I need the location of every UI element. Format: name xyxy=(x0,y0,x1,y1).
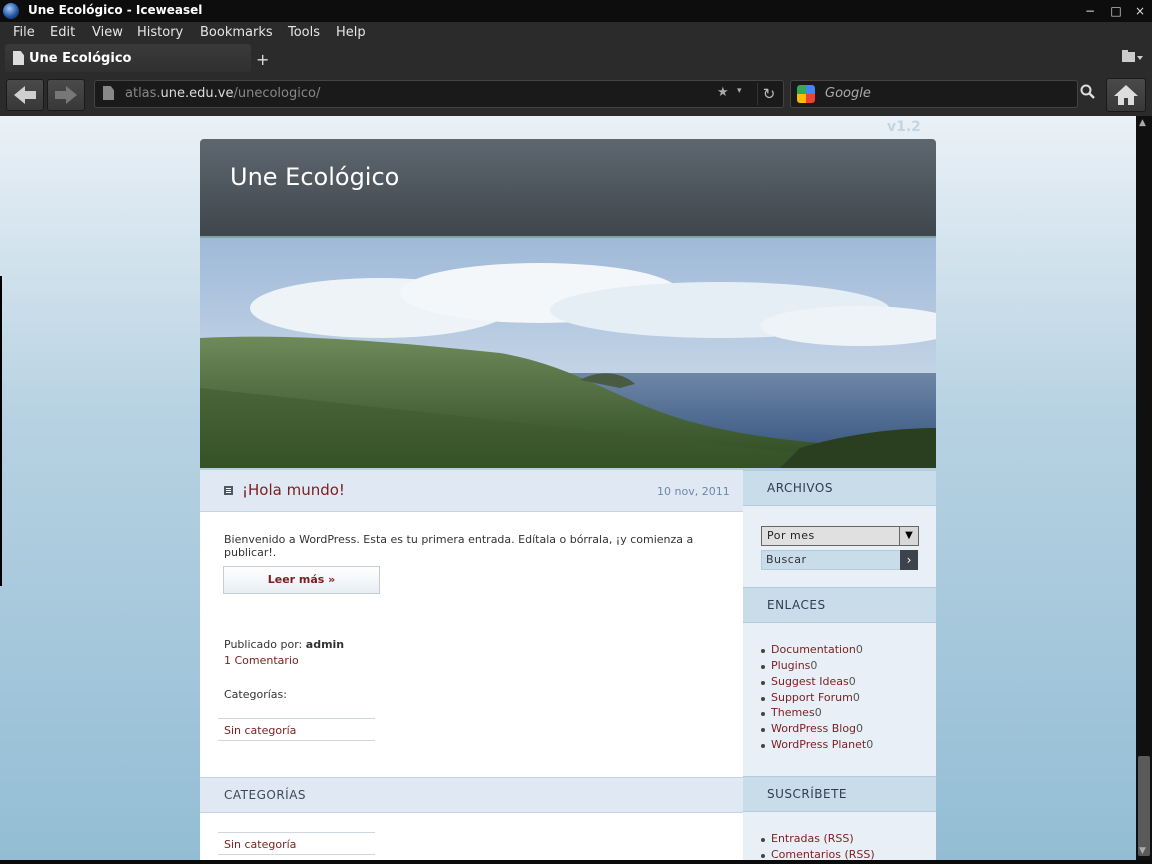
archivos-header: ARCHIVOS xyxy=(743,470,936,506)
scroll-down-icon[interactable]: ▼ xyxy=(1139,846,1146,856)
comments-link[interactable]: 1 Comentario xyxy=(224,654,299,667)
google-icon[interactable] xyxy=(797,85,815,103)
forward-button[interactable] xyxy=(47,79,85,111)
link-entradas-rss[interactable]: Entradas (RSS) xyxy=(771,832,854,845)
window-title: Une Ecológico - Iceweasel xyxy=(28,3,203,17)
suscribete-heading: SUSCRÍBETE xyxy=(767,787,847,801)
link-themes[interactable]: Themes0 xyxy=(771,706,822,719)
menu-history[interactable]: History xyxy=(137,25,183,40)
menu-file[interactable]: File xyxy=(13,25,35,40)
post-excerpt: Bienvenido a WordPress. Esta es tu prime… xyxy=(224,533,694,559)
categories-section-header: CATEGORÍAS xyxy=(200,777,743,813)
archive-select[interactable]: Por mes ▼ xyxy=(761,526,919,546)
browser-globe-icon xyxy=(3,3,19,19)
post-header: ¡Hola mundo! 10 nov, 2011 xyxy=(200,470,743,512)
link-documentation[interactable]: Documentation0 xyxy=(771,643,863,656)
scroll-up-icon[interactable]: ▲ xyxy=(1139,118,1146,128)
search-submit-button[interactable]: › xyxy=(900,550,918,570)
header-landscape-image xyxy=(200,238,936,468)
archivos-heading: ARCHIVOS xyxy=(767,481,833,495)
reload-button[interactable]: ↻ xyxy=(757,83,780,105)
home-button[interactable] xyxy=(1106,78,1146,112)
url-text[interactable]: atlas.une.edu.ve/unecologico/ xyxy=(125,86,320,101)
back-button[interactable] xyxy=(6,79,44,111)
post-format-icon xyxy=(224,486,233,495)
search-placeholder: Google xyxy=(825,86,871,101)
category-link[interactable]: Sin categoría xyxy=(224,838,296,851)
categories-label: Categorías: xyxy=(224,688,287,701)
enlaces-heading: ENLACES xyxy=(767,598,826,612)
read-more-button[interactable]: Leer más » xyxy=(223,566,380,594)
menu-bookmarks[interactable]: Bookmarks xyxy=(200,25,273,40)
bullet xyxy=(761,712,765,716)
url-dropdown-icon[interactable]: ▾ xyxy=(737,86,742,96)
tab-label: Une Ecológico xyxy=(29,51,132,66)
scrollbar-thumb[interactable] xyxy=(1138,756,1150,856)
tab-une-ecologico[interactable]: Une Ecológico xyxy=(5,44,251,72)
vertical-scrollbar[interactable]: ▲ ▼ xyxy=(1136,116,1152,860)
link-suggest-ideas[interactable]: Suggest Ideas0 xyxy=(771,675,856,688)
page-icon xyxy=(13,51,24,65)
bullet xyxy=(761,728,765,732)
tab-bar: Une Ecológico + xyxy=(0,44,1152,74)
archive-select-value: Por mes xyxy=(767,529,815,542)
page-viewport: v1.2 Une Ecológico ¡Hola mundo! 10 nov, … xyxy=(0,116,1136,860)
theme-version: v1.2 xyxy=(887,119,921,135)
new-tab-button[interactable]: + xyxy=(256,50,269,69)
minimize-button[interactable]: − xyxy=(1082,3,1098,19)
link-support-forum[interactable]: Support Forum0 xyxy=(771,691,860,704)
site-title[interactable]: Une Ecológico xyxy=(230,163,399,191)
menu-view[interactable]: View xyxy=(92,25,123,40)
post-date: 10 nov, 2011 xyxy=(657,485,730,498)
enlaces-header: ENLACES xyxy=(743,587,936,623)
post-author[interactable]: admin xyxy=(306,638,344,651)
bullet xyxy=(761,697,765,701)
maximize-button[interactable]: □ xyxy=(1108,3,1124,19)
divider xyxy=(218,854,375,855)
divider xyxy=(218,832,375,833)
divider xyxy=(218,740,375,741)
link-comentarios-rss[interactable]: Comentarios (RSS) xyxy=(771,848,875,860)
link-plugins[interactable]: Plugins0 xyxy=(771,659,817,672)
site-container: Une Ecológico ¡Hola mundo! 10 nov, 2011 … xyxy=(200,139,936,860)
menu-bar: File Edit View History Bookmarks Tools H… xyxy=(0,22,1152,44)
site-header: Une Ecológico xyxy=(200,139,936,238)
sidebar: ARCHIVOS Por mes ▼ Buscar › ENLACES Docu… xyxy=(743,470,936,860)
categories-heading: CATEGORÍAS xyxy=(224,788,307,802)
window-titlebar: Une Ecológico - Iceweasel − □ × xyxy=(0,0,1152,22)
close-button[interactable]: × xyxy=(1132,3,1148,19)
divider xyxy=(218,718,375,719)
post-byline: Publicado por: admin xyxy=(224,638,345,651)
bullet xyxy=(761,649,765,653)
link-wordpress-blog[interactable]: WordPress Blog0 xyxy=(771,722,863,735)
bullet xyxy=(761,665,765,669)
navigation-bar: atlas.une.edu.ve/unecologico/ ★ ▾ ↻ Goog… xyxy=(0,74,1152,117)
menu-edit[interactable]: Edit xyxy=(50,25,75,40)
menu-tools[interactable]: Tools xyxy=(288,25,320,40)
search-input[interactable]: Buscar xyxy=(761,550,901,570)
bullet xyxy=(761,744,765,748)
search-bar[interactable]: Google xyxy=(790,80,1078,108)
page-icon xyxy=(103,86,114,100)
window-edge xyxy=(0,276,2,586)
bullet xyxy=(761,854,765,858)
search-go-icon[interactable] xyxy=(1080,84,1096,104)
bookmark-star-icon[interactable]: ★ xyxy=(717,85,729,100)
search-input-value: Buscar xyxy=(766,553,807,566)
post-category-link[interactable]: Sin categoría xyxy=(224,724,296,737)
url-bar[interactable]: atlas.une.edu.ve/unecologico/ ★ ▾ ↻ xyxy=(94,80,784,108)
bullet xyxy=(761,681,765,685)
main-content: ¡Hola mundo! 10 nov, 2011 Bienvenido a W… xyxy=(200,470,743,860)
chevron-down-icon[interactable]: ▼ xyxy=(899,527,918,545)
bullet xyxy=(761,838,765,842)
menu-help[interactable]: Help xyxy=(336,25,366,40)
suscribete-header: SUSCRÍBETE xyxy=(743,776,936,812)
post-title[interactable]: ¡Hola mundo! xyxy=(242,481,345,499)
link-wordpress-planet[interactable]: WordPress Planet0 xyxy=(771,738,873,751)
tab-list-icon[interactable] xyxy=(1120,48,1144,68)
